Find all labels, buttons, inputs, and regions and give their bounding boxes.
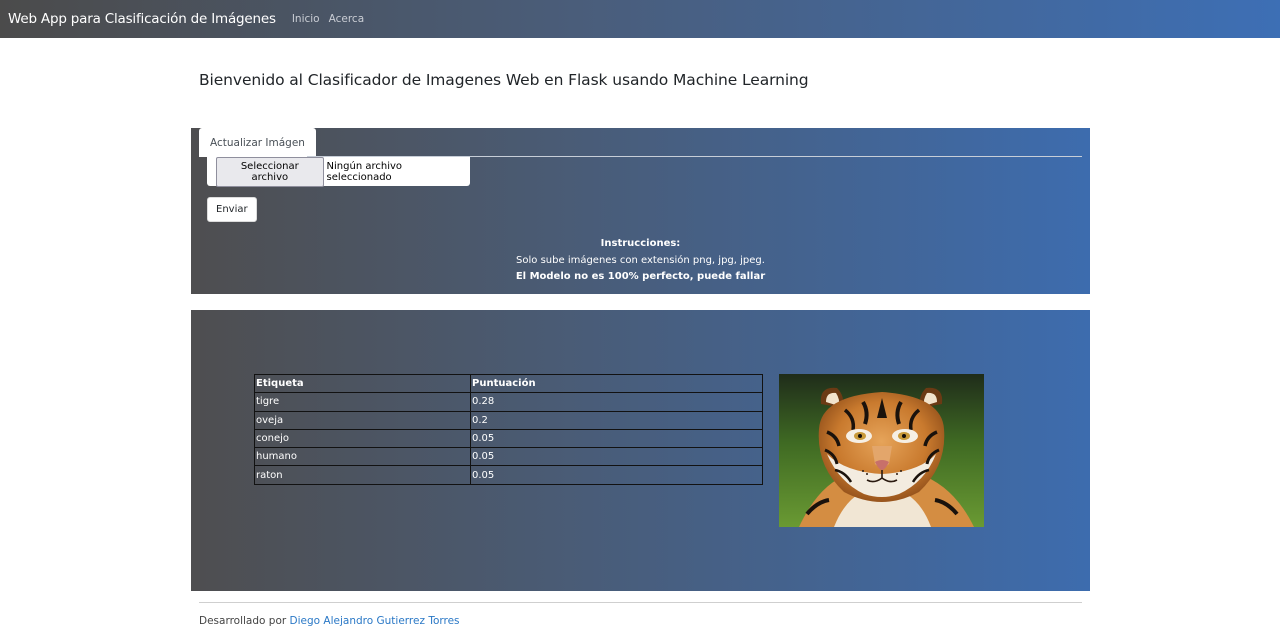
file-input[interactable]: Seleccionar archivo Ningún archivo selec… (207, 156, 470, 187)
row-score: 0.05 (470, 428, 763, 449)
table-row: oveja 0.2 (254, 410, 763, 430)
header-etiqueta: Etiqueta (254, 373, 471, 394)
table-row: raton 0.05 (254, 465, 763, 485)
row-score: 0.28 (470, 392, 763, 412)
row-score: 0.2 (470, 410, 763, 430)
results-table: Etiqueta Puntuación tigre 0.28 oveja 0.2… (254, 373, 763, 485)
instructions: Instrucciones: Solo sube imágenes con ex… (191, 236, 1090, 286)
table-row: conejo 0.05 (254, 428, 763, 449)
instructions-title: Instrucciones: (600, 238, 681, 249)
page-title: Bienvenido al Clasificador de Imagenes W… (199, 71, 809, 89)
row-label: humano (254, 447, 471, 467)
instructions-line-1: Solo sube imágenes con extensión png, jp… (516, 254, 765, 266)
select-file-button[interactable]: Seleccionar archivo (216, 156, 324, 187)
results-panel: Etiqueta Puntuación tigre 0.28 oveja 0.2… (191, 310, 1090, 591)
table-row: humano 0.05 (254, 447, 763, 467)
row-score: 0.05 (470, 465, 763, 485)
instructions-line-2: El Modelo no es 100% perfecto, puede fal… (515, 271, 766, 282)
upload-panel: Actualizar Imágen Seleccionar archivo Ni… (191, 128, 1090, 294)
submit-button[interactable]: Enviar (207, 197, 257, 222)
navbar: Web App para Clasificación de Imágenes I… (0, 0, 1280, 38)
footer: Desarrollado por Diego Alejandro Gutierr… (199, 615, 460, 627)
navbar-brand[interactable]: Web App para Clasificación de Imágenes (8, 11, 276, 27)
row-label: oveja (254, 410, 471, 430)
file-status: Ningún archivo seleccionado (326, 160, 403, 183)
footer-prefix: Desarrollado por (199, 615, 287, 627)
row-label: conejo (254, 428, 471, 449)
tab-actualizar-imagen[interactable]: Actualizar Imágen (199, 128, 316, 157)
table-row: tigre 0.28 (254, 392, 763, 412)
table-header-row: Etiqueta Puntuación (254, 373, 763, 394)
footer-divider (199, 602, 1082, 603)
row-label: tigre (254, 392, 471, 412)
row-label: raton (254, 465, 471, 485)
nav-link-inicio[interactable]: Inicio (292, 13, 320, 25)
row-score: 0.05 (470, 447, 763, 467)
header-puntuacion: Puntuación (470, 373, 763, 394)
footer-author-link[interactable]: Diego Alejandro Gutierrez Torres (290, 615, 460, 627)
nav-link-acerca[interactable]: Acerca (329, 13, 365, 25)
tiger-photo (779, 374, 984, 527)
